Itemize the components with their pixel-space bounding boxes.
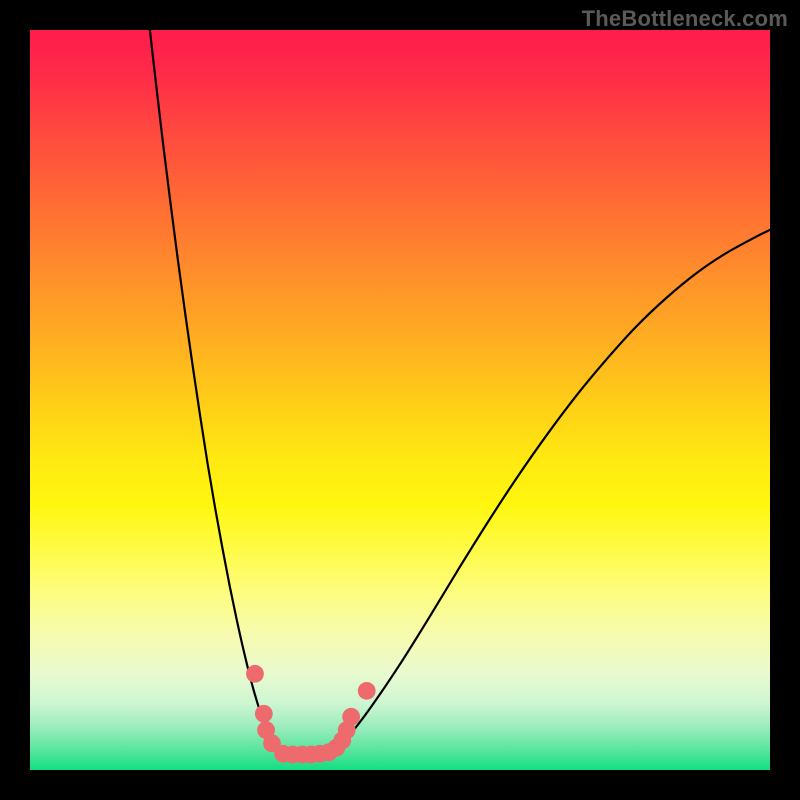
marker-group [246, 665, 376, 763]
curve-group [150, 30, 770, 755]
data-marker [246, 665, 264, 683]
plot-area [30, 30, 770, 770]
chart-frame: TheBottleneck.com [0, 0, 800, 800]
data-marker [255, 705, 273, 723]
chart-svg [30, 30, 770, 770]
bottleneck-curve [150, 30, 770, 755]
watermark-text: TheBottleneck.com [582, 6, 788, 32]
data-marker [342, 708, 360, 726]
data-marker [358, 682, 376, 700]
